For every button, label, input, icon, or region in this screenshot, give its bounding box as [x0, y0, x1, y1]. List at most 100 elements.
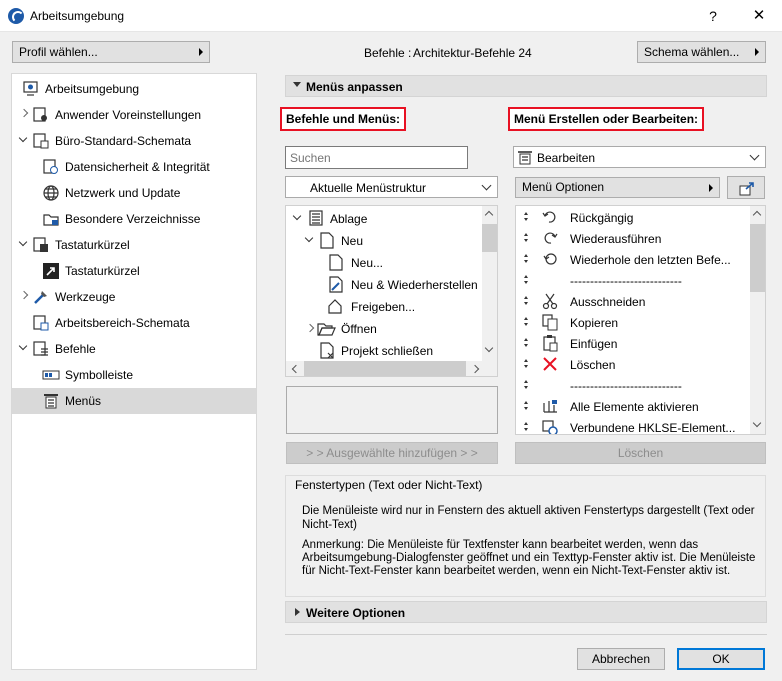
tree-label: Tastaturkürzel	[65, 264, 140, 278]
more-options-label: Weitere Optionen	[306, 606, 406, 620]
scroll-thumb[interactable]	[304, 361, 466, 376]
menu-select[interactable]: Bearbeiten	[513, 146, 766, 168]
chevron-down-icon[interactable]	[19, 135, 29, 145]
profile-button[interactable]: Profil wählen...	[12, 41, 210, 63]
tree-row-neu[interactable]: Neu	[286, 230, 482, 251]
settings-tree: Arbeitsumgebung Anwender Voreinstellunge…	[11, 73, 257, 670]
horizontal-scrollbar[interactable]	[286, 361, 497, 376]
chevron-down-icon[interactable]	[293, 213, 303, 223]
menu-item[interactable]: Verbundene HKLSE-Element...	[516, 417, 748, 434]
menu-item[interactable]: Wiederhole den letzten Befe...	[516, 249, 748, 270]
scroll-up-icon[interactable]	[484, 210, 494, 220]
scroll-down-icon[interactable]	[752, 418, 762, 428]
tree-item-datensicherheit[interactable]: Datensicherheit & Integrität	[12, 154, 256, 180]
scroll-up-icon[interactable]	[752, 210, 762, 220]
help-button[interactable]: ?	[690, 0, 736, 32]
menu-icon	[309, 210, 323, 226]
drag-handle-icon[interactable]	[523, 274, 529, 286]
scroll-thumb[interactable]	[750, 224, 765, 292]
tree-item-anwender-voreinstellungen[interactable]: Anwender Voreinstellungen	[12, 102, 256, 128]
chevron-right-icon	[295, 608, 300, 616]
section-header[interactable]: Menüs anpassen	[285, 75, 767, 97]
window-title: Arbeitsumgebung	[30, 9, 125, 23]
new-restore-icon	[329, 276, 343, 293]
drag-handle-icon[interactable]	[523, 253, 529, 265]
tree-item-menues[interactable]: Menüs	[12, 388, 256, 414]
tree-item-besondere-verzeichnisse[interactable]: Besondere Verzeichnisse	[12, 206, 256, 232]
select-all-icon	[543, 400, 557, 413]
select-value: Bearbeiten	[537, 151, 596, 165]
chevron-right-icon[interactable]	[19, 291, 29, 301]
vertical-scrollbar[interactable]	[750, 206, 765, 434]
command-tree[interactable]: Ablage Neu Neu... Neu & Wiederherstellen…	[285, 205, 498, 377]
structure-select[interactable]: Aktuelle Menüstruktur	[285, 176, 498, 198]
tree-label: Arbeitsumgebung	[45, 82, 140, 96]
cancel-button[interactable]: Abbrechen	[577, 648, 665, 670]
menus-icon	[44, 394, 58, 409]
tree-row-neu-dots[interactable]: Neu...	[286, 252, 482, 273]
tree-row-ablage[interactable]: Ablage	[286, 208, 482, 229]
menu-icon	[518, 151, 532, 165]
ok-button[interactable]: OK	[677, 648, 765, 670]
tree-item-werkzeuge[interactable]: Werkzeuge	[12, 284, 256, 310]
tree-row-projekt-schliessen[interactable]: Projekt schließen	[286, 340, 482, 361]
scroll-right-icon[interactable]	[470, 364, 480, 374]
drag-handle-icon[interactable]	[523, 337, 529, 349]
tree-row-oeffnen[interactable]: Öffnen	[286, 318, 482, 339]
tree-item-arbeitsumgebung[interactable]: Arbeitsumgebung	[12, 76, 256, 102]
chevron-right-icon[interactable]	[305, 324, 315, 334]
drag-handle-icon[interactable]	[523, 316, 529, 328]
add-selected-button[interactable]: > > Ausgewählte hinzufügen > >	[286, 442, 498, 464]
tree-row-neu-wiederherstellen[interactable]: Neu & Wiederherstellen	[286, 274, 482, 295]
chevron-right-icon[interactable]	[19, 109, 29, 119]
redo-icon	[544, 232, 558, 244]
drag-handle-icon[interactable]	[523, 232, 529, 244]
scroll-thumb[interactable]	[482, 224, 497, 252]
tree-label: Arbeitsbereich-Schemata	[55, 316, 190, 330]
menu-item[interactable]: Wiederausführen	[516, 228, 748, 249]
scheme-button[interactable]: Schema wählen...	[637, 41, 766, 63]
menu-item[interactable]: Ausschneiden	[516, 291, 748, 312]
tree-item-befehle[interactable]: Befehle	[12, 336, 256, 362]
tree-item-tastaturkuerzel-group[interactable]: Tastaturkürzel	[12, 232, 256, 258]
drag-handle-icon[interactable]	[523, 211, 529, 223]
tree-item-tastaturkuerzel[interactable]: Tastaturkürzel	[12, 258, 256, 284]
menu-item[interactable]: Rückgängig	[516, 207, 748, 228]
menu-item[interactable]: Kopieren	[516, 312, 748, 333]
menu-separator[interactable]: ----------------------------	[516, 270, 748, 291]
scroll-down-icon[interactable]	[484, 343, 494, 353]
chevron-down-icon[interactable]	[305, 235, 315, 245]
tree-row-freigeben[interactable]: Freigeben...	[286, 296, 482, 317]
menu-item-list[interactable]: Rückgängig Wiederausführen Wiederhole den …	[515, 205, 766, 435]
drag-handle-icon[interactable]	[523, 379, 529, 391]
more-options-header[interactable]: Weitere Optionen	[285, 601, 767, 623]
drag-handle-icon[interactable]	[523, 400, 529, 412]
tree-item-buero-standard-schemata[interactable]: Büro-Standard-Schemata	[12, 128, 256, 154]
menu-separator[interactable]: ----------------------------	[516, 375, 748, 396]
vertical-scrollbar[interactable]	[482, 206, 497, 361]
drag-handle-icon[interactable]	[523, 295, 529, 307]
menu-item[interactable]: Löschen	[516, 354, 748, 375]
chevron-down-icon[interactable]	[19, 239, 29, 249]
tree-item-netzwerk[interactable]: Netzwerk und Update	[12, 180, 256, 206]
select-value: Aktuelle Menüstruktur	[310, 181, 427, 195]
tree-item-arbeitsbereich-schemata[interactable]: Arbeitsbereich-Schemata	[12, 310, 256, 336]
drag-handle-icon[interactable]	[523, 421, 529, 433]
info-text-1: Die Menüleiste wird nur in Fenstern des …	[302, 505, 755, 531]
scroll-left-icon[interactable]	[291, 364, 301, 374]
menu-item[interactable]: Einfügen	[516, 333, 748, 354]
tree-item-symbolleiste[interactable]: Symbolleiste	[12, 362, 256, 388]
left-heading: Befehle und Menüs:	[280, 107, 407, 131]
export-icon	[739, 182, 754, 196]
search-input[interactable]	[285, 146, 468, 169]
chevron-down-icon[interactable]	[19, 343, 29, 353]
menu-item[interactable]: Alle Elemente aktivieren	[516, 396, 748, 417]
drag-handle-icon[interactable]	[523, 358, 529, 370]
delete-x-icon	[543, 357, 557, 371]
export-menu-button[interactable]	[727, 176, 765, 199]
open-folder-icon	[317, 323, 336, 336]
close-button[interactable]: ✕	[736, 0, 782, 32]
globe-icon	[43, 185, 59, 201]
delete-button[interactable]: Löschen	[515, 442, 766, 464]
menu-options-button[interactable]: Menü Optionen	[515, 177, 720, 198]
